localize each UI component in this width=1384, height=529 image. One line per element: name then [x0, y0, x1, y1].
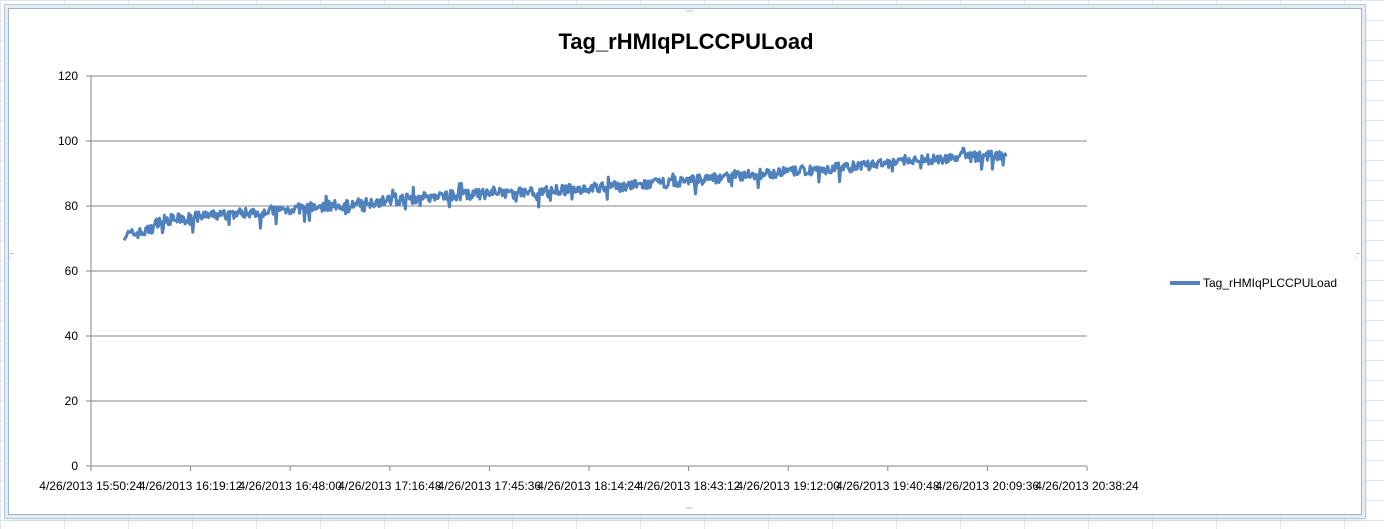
series-layer [122, 146, 1008, 241]
axes: 0204060801001204/26/2013 15:50:244/26/20… [39, 69, 1139, 493]
legend: Tag_rHMIqPLCCPULoad [1170, 276, 1337, 290]
chart-title: Tag_rHMIqPLCCPULoad [558, 29, 813, 54]
x-tick-label: 4/26/2013 20:38:24 [1035, 479, 1139, 493]
x-tick-label: 4/26/2013 17:45:36 [438, 479, 542, 493]
x-tick-label: 4/26/2013 16:19:12 [139, 479, 243, 493]
x-tick-label: 4/26/2013 19:12:00 [736, 479, 840, 493]
y-tick-label: 100 [58, 134, 78, 148]
series-line [122, 146, 1008, 241]
x-tick-label: 4/26/2013 19:40:48 [836, 479, 940, 493]
x-tick-label: 4/26/2013 16:48:00 [238, 479, 342, 493]
line-chart: Tag_rHMIqPLCCPULoad 0 20 40 60 80 100 120 4/26/… [39, 29, 1337, 493]
gridlines [91, 75, 1087, 402]
chart-frame[interactable]: ···· ···· ···· ···· Tag_rHMIqPLCCPULoad … [8, 8, 1362, 515]
y-tick-label: 40 [65, 329, 79, 343]
y-tick-label: 0 [71, 459, 78, 473]
y-tick-label: 20 [65, 394, 79, 408]
x-tick-label: 4/26/2013 15:50:24 [39, 479, 143, 493]
y-tick-label: 120 [58, 69, 78, 83]
y-tick-label: 80 [65, 199, 79, 213]
legend-label: Tag_rHMIqPLCCPULoad [1203, 276, 1337, 290]
x-tick-label: 4/26/2013 18:43:12 [637, 479, 741, 493]
x-tick-label: 4/26/2013 17:16:48 [338, 479, 442, 493]
x-tick-label: 4/26/2013 20:09:36 [936, 479, 1040, 493]
y-tick-label: 60 [65, 264, 79, 278]
x-tick-label: 4/26/2013 18:14:24 [537, 479, 641, 493]
